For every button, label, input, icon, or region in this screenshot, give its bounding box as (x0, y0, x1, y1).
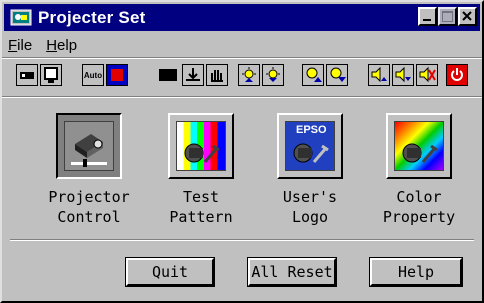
brightness-down-button[interactable] (238, 64, 260, 86)
projecter-set-window: Projecter Set File Help Auto EPSO Projec… (0, 0, 484, 303)
display-mode-button[interactable] (16, 64, 38, 86)
keystone-icon (306, 67, 322, 82)
power-button[interactable] (446, 64, 468, 86)
display-mode-icon (20, 72, 34, 79)
volume-down-icon (395, 66, 411, 83)
freeze-button[interactable] (206, 64, 228, 86)
help-button[interactable]: Help (370, 258, 462, 286)
test-pattern-icon (176, 121, 226, 171)
volume-icon (371, 66, 387, 83)
auto-setup-icon (111, 69, 123, 81)
auto-group: Auto (82, 64, 128, 86)
hand-icon (211, 70, 223, 82)
projector-control-icon (64, 121, 114, 171)
users-logo-icon: EPSO (285, 121, 335, 171)
power-icon (451, 68, 463, 81)
display-mode-2-button[interactable] (40, 64, 62, 86)
brightness-up-icon (266, 67, 280, 82)
minimize-icon (423, 19, 431, 21)
content-separator (10, 239, 474, 241)
auto-button[interactable]: Auto (82, 64, 104, 86)
image-adjust-icon (186, 68, 200, 81)
users-logo-label: User's Logo (282, 188, 338, 226)
color-property-tile[interactable] (386, 113, 452, 179)
mute-button[interactable] (416, 64, 438, 86)
title-bar[interactable]: Projecter Set (4, 4, 480, 31)
quit-button[interactable]: Quit (126, 258, 214, 286)
toolbar-separator (2, 96, 482, 98)
volume-down-button[interactable] (392, 64, 414, 86)
window-title: Projecter Set (38, 7, 146, 27)
color-property-icon (394, 121, 444, 171)
app-icon (10, 8, 32, 28)
maximize-button[interactable] (438, 7, 457, 26)
monitor-icon (44, 67, 58, 83)
color-property-label: Color Property (382, 188, 456, 226)
toolbar: Auto (2, 60, 482, 94)
menu-file[interactable]: File (8, 37, 32, 57)
close-icon (462, 11, 472, 21)
all-reset-button[interactable]: All Reset (248, 258, 336, 286)
close-button[interactable] (458, 7, 477, 26)
keystone-down-button[interactable] (326, 64, 348, 86)
image-adjust-button[interactable] (182, 64, 204, 86)
users-logo-tile[interactable]: EPSO (277, 113, 343, 179)
keystone-group (302, 64, 348, 86)
projector-control-label: Projector Control (48, 188, 130, 226)
blank-screen-icon (159, 69, 177, 81)
brightness-icon (242, 67, 256, 82)
volume-group (368, 64, 438, 86)
volume-up-button[interactable] (368, 64, 390, 86)
projector-control-tile[interactable] (56, 113, 122, 179)
power-group (446, 64, 468, 86)
auto-setup-button[interactable] (106, 64, 128, 86)
display-mode-group (16, 64, 62, 86)
maximize-icon (442, 11, 453, 22)
image-group (158, 64, 228, 86)
menu-bar: File Help (8, 37, 77, 57)
test-pattern-tile[interactable] (168, 113, 234, 179)
keystone-down-icon (330, 67, 346, 82)
mute-icon (419, 66, 436, 83)
minimize-button[interactable] (418, 7, 437, 26)
menu-help[interactable]: Help (46, 37, 77, 57)
keystone-up-button[interactable] (302, 64, 324, 86)
brightness-up-button[interactable] (262, 64, 284, 86)
brightness-group (238, 64, 284, 86)
test-pattern-label: Test Pattern (169, 188, 233, 226)
blank-screen-button[interactable] (158, 64, 180, 86)
menu-separator (2, 57, 482, 59)
